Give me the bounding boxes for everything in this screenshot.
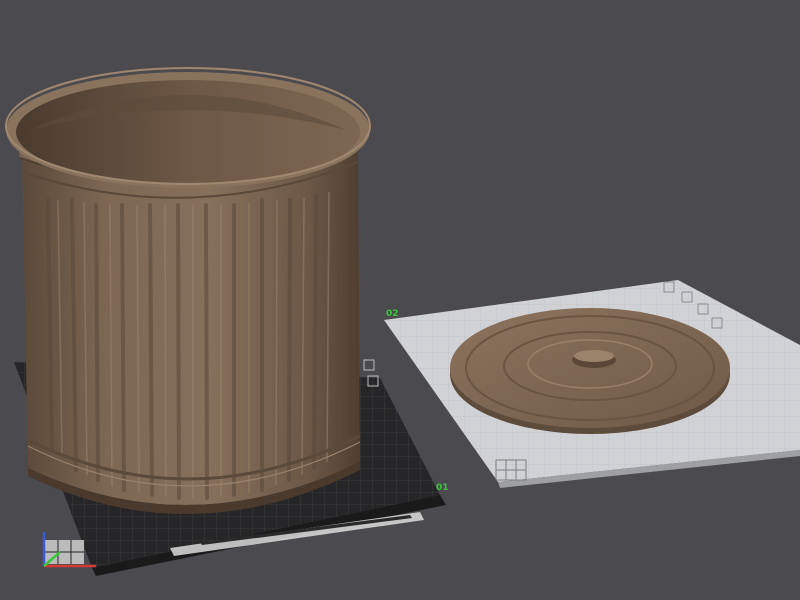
plate-icon[interactable] [363, 359, 375, 371]
trash-can-body[interactable] [5, 67, 371, 515]
3d-viewport[interactable]: Textured PEI Plate 01 02 [0, 0, 800, 600]
bed-number-light: 02 [386, 309, 399, 319]
trash-can-lid[interactable] [450, 308, 730, 434]
viewport-canvas[interactable]: Textured PEI Plate 01 02 [0, 0, 800, 600]
bed-number-dark: 01 [436, 483, 449, 493]
